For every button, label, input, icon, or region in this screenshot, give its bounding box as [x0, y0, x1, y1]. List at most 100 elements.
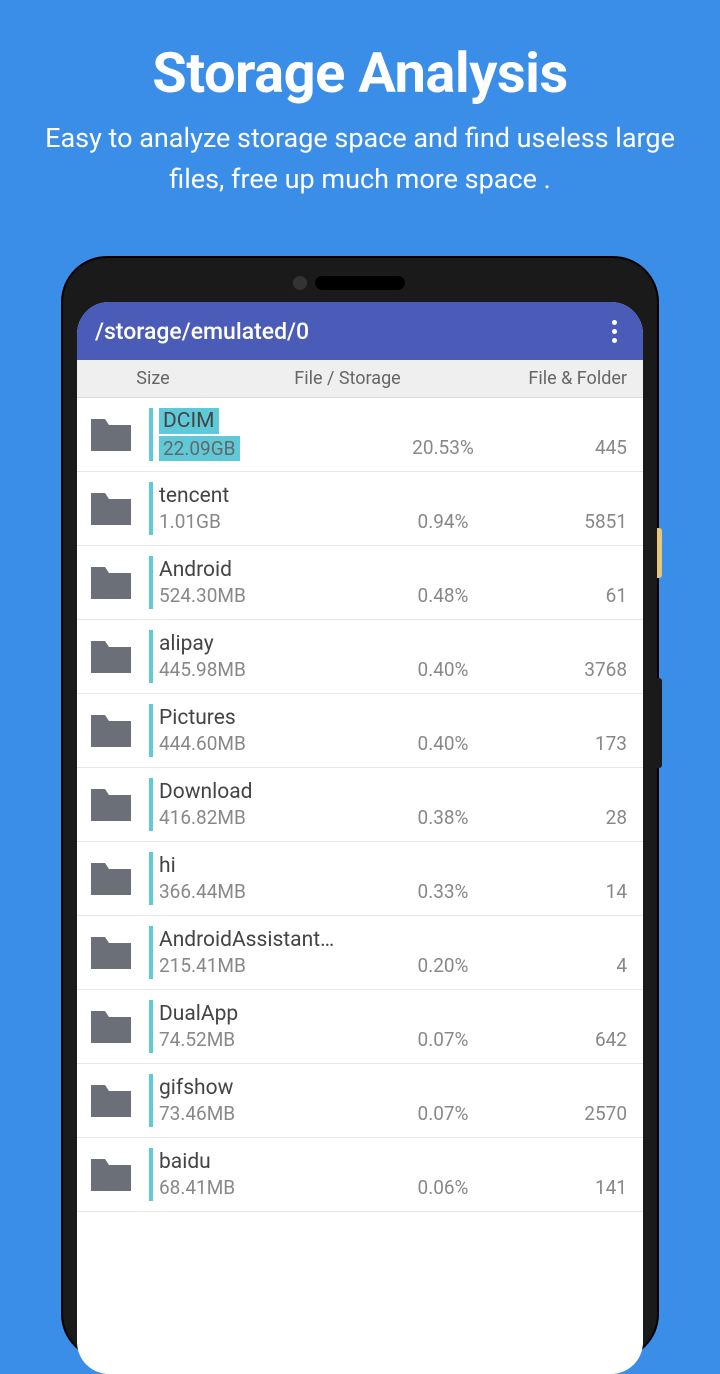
size-bar-indicator: [149, 778, 153, 831]
size-bar-indicator: [149, 1074, 153, 1127]
file-size: 215.41MB: [159, 954, 339, 977]
file-percent: 0.94%: [339, 510, 547, 535]
size-bar-indicator: [149, 1000, 153, 1053]
overflow-menu-button[interactable]: [604, 312, 625, 351]
phone-frame: /storage/emulated/0 Size File / Storage …: [63, 258, 657, 1358]
file-row[interactable]: hi366.44MB0.33%14: [77, 842, 643, 916]
folder-icon: [87, 711, 135, 751]
folder-icon: [87, 1007, 135, 1047]
file-name: Download: [159, 780, 339, 804]
file-row[interactable]: Download416.82MB0.38%28: [77, 768, 643, 842]
file-percent: 20.53%: [339, 436, 547, 461]
file-count: 3768: [547, 658, 627, 683]
file-size: 366.44MB: [159, 880, 339, 903]
size-bar-indicator: [149, 926, 153, 979]
file-count: 173: [547, 732, 627, 757]
path-title: /storage/emulated/0: [95, 318, 309, 345]
file-row[interactable]: alipay445.98MB0.40%3768: [77, 620, 643, 694]
file-row[interactable]: AndroidAssistant_appbackup215.41MB0.20%4: [77, 916, 643, 990]
folder-icon: [87, 933, 135, 973]
folder-icon: [87, 1155, 135, 1195]
folder-icon: [87, 785, 135, 825]
file-info: alipay445.98MB: [159, 632, 339, 681]
folder-icon: [87, 489, 135, 529]
file-name: tencent: [159, 484, 339, 508]
file-count: 141: [547, 1176, 627, 1201]
folder-icon: [87, 637, 135, 677]
file-percent: 0.07%: [339, 1028, 547, 1053]
folder-icon: [87, 859, 135, 899]
file-size: 68.41MB: [159, 1176, 339, 1199]
size-bar-indicator: [149, 556, 153, 609]
file-info: tencent1.01GB: [159, 484, 339, 533]
size-bar-indicator: [149, 482, 153, 535]
file-row[interactable]: tencent1.01GB0.94%5851: [77, 472, 643, 546]
file-count: 642: [547, 1028, 627, 1053]
file-count: 28: [547, 806, 627, 831]
column-header-size[interactable]: Size: [93, 368, 213, 389]
dot-icon: [612, 329, 617, 334]
size-bar-indicator: [149, 630, 153, 683]
file-percent: 0.06%: [339, 1176, 547, 1201]
file-info: gifshow73.46MB: [159, 1076, 339, 1125]
file-info: AndroidAssistant_appbackup215.41MB: [159, 928, 339, 977]
file-name: gifshow: [159, 1076, 339, 1100]
column-header-folder[interactable]: File & Folder: [482, 368, 627, 389]
file-info: baidu68.41MB: [159, 1150, 339, 1199]
file-count: 4: [547, 954, 627, 979]
file-percent: 0.40%: [339, 732, 547, 757]
promo-title: Storage Analysis: [0, 0, 720, 106]
file-row[interactable]: Pictures444.60MB0.40%173: [77, 694, 643, 768]
file-info: DCIM22.09GB: [159, 408, 339, 461]
file-row[interactable]: gifshow73.46MB0.07%2570: [77, 1064, 643, 1138]
size-bar-indicator: [149, 704, 153, 757]
phone-side-button: [657, 528, 662, 578]
file-row[interactable]: DualApp74.52MB0.07%642: [77, 990, 643, 1064]
file-name: hi: [159, 854, 339, 878]
file-name: DualApp: [159, 1002, 339, 1026]
dot-icon: [612, 320, 617, 325]
file-percent: 0.33%: [339, 880, 547, 905]
file-size: 444.60MB: [159, 732, 339, 755]
file-row[interactable]: Android524.30MB0.48%61: [77, 546, 643, 620]
file-list: DCIM22.09GB20.53%445tencent1.01GB0.94%58…: [77, 398, 643, 1212]
file-info: Android524.30MB: [159, 558, 339, 607]
phone-screen: /storage/emulated/0 Size File / Storage …: [77, 302, 643, 1374]
file-size: 22.09GB: [159, 436, 240, 461]
promo-subtitle: Easy to analyze storage space and find u…: [0, 106, 720, 199]
file-name: DCIM: [159, 408, 219, 434]
file-name: alipay: [159, 632, 339, 656]
phone-side-button: [657, 678, 662, 768]
file-count: 2570: [547, 1102, 627, 1127]
file-info: DualApp74.52MB: [159, 1002, 339, 1051]
folder-icon: [87, 1081, 135, 1121]
file-size: 524.30MB: [159, 584, 339, 607]
folder-icon: [87, 563, 135, 603]
file-percent: 0.48%: [339, 584, 547, 609]
folder-icon: [87, 415, 135, 455]
file-name: AndroidAssistant_appbackup: [159, 928, 339, 952]
file-size: 74.52MB: [159, 1028, 339, 1051]
file-size: 1.01GB: [159, 510, 339, 533]
phone-notch: [315, 276, 405, 290]
file-info: Pictures444.60MB: [159, 706, 339, 755]
file-count: 445: [547, 436, 627, 461]
file-percent: 0.38%: [339, 806, 547, 831]
column-header-storage[interactable]: File / Storage: [213, 368, 482, 389]
file-size: 445.98MB: [159, 658, 339, 681]
file-size: 73.46MB: [159, 1102, 339, 1125]
file-row[interactable]: DCIM22.09GB20.53%445: [77, 398, 643, 472]
dot-icon: [612, 338, 617, 343]
file-size: 416.82MB: [159, 806, 339, 829]
file-percent: 0.20%: [339, 954, 547, 979]
file-name: Pictures: [159, 706, 339, 730]
file-name: Android: [159, 558, 339, 582]
file-count: 5851: [547, 510, 627, 535]
file-row[interactable]: baidu68.41MB0.06%141: [77, 1138, 643, 1212]
app-bar: /storage/emulated/0: [77, 302, 643, 360]
file-percent: 0.07%: [339, 1102, 547, 1127]
file-info: Download416.82MB: [159, 780, 339, 829]
file-count: 14: [547, 880, 627, 905]
table-header: Size File / Storage File & Folder: [77, 360, 643, 398]
size-bar-indicator: [149, 408, 153, 461]
